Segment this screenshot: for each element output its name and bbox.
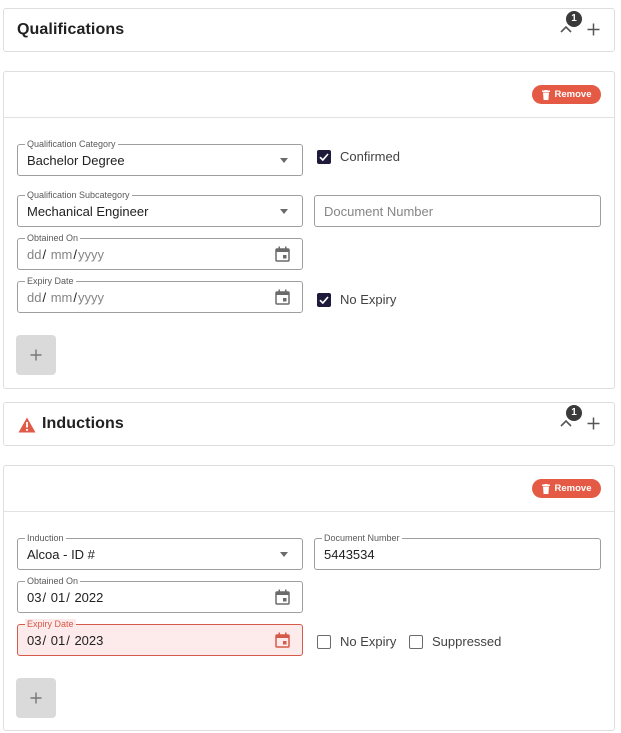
date-year: yyyy [78, 247, 105, 262]
calendar-icon[interactable] [275, 246, 290, 262]
plus-icon[interactable] [587, 417, 600, 430]
inductions-count-badge: 1 [566, 405, 582, 421]
document-number-placeholder: Document Number [324, 204, 434, 219]
qualification-card-toolbar: Remove [4, 72, 614, 118]
no-expiry-checkbox[interactable]: No Expiry [317, 634, 396, 649]
document-number-value: 5443534 [324, 547, 375, 562]
qualifications-section-header[interactable]: Qualifications 1 [3, 8, 615, 52]
qualification-document-number-input[interactable]: Document Number [314, 195, 601, 227]
obtained-on-label: Obtained On [25, 233, 81, 243]
qualification-card: Remove Qualification Category Bachelor D… [3, 71, 615, 389]
qualifications-count-badge: 1 [566, 11, 582, 27]
date-day: dd [27, 247, 42, 262]
induction-label: Induction [25, 533, 66, 543]
induction-select[interactable]: Induction Alcoa - ID # [17, 533, 303, 570]
suppressed-checkbox[interactable]: Suppressed [409, 634, 501, 649]
checkbox-unchecked-icon[interactable] [409, 634, 423, 649]
calendar-icon[interactable] [275, 632, 290, 648]
date-day: 03 [27, 633, 42, 648]
remove-button-label: Remove [554, 89, 592, 100]
induction-obtained-on-date[interactable]: Obtained On 03/ 01/ 2022 [17, 576, 303, 613]
date-month: 01 [50, 633, 66, 648]
checkbox-unchecked-icon[interactable] [317, 634, 331, 649]
obtained-on-label: Obtained On [25, 576, 81, 586]
date-year: 2023 [74, 633, 104, 648]
confirmed-label: Confirmed [340, 149, 400, 164]
obtained-on-value: dd/ mm/yyyy [27, 247, 105, 262]
inductions-title: Inductions [42, 415, 124, 432]
date-month: mm [50, 290, 73, 305]
plus-icon [30, 349, 42, 361]
no-expiry-label: No Expiry [340, 292, 397, 307]
add-qualification-button[interactable] [16, 335, 56, 375]
date-year: 2022 [74, 590, 104, 605]
induction-card: Remove Induction Alcoa - ID # Document N… [3, 465, 615, 731]
induction-card-toolbar: Remove [4, 466, 614, 512]
induction-expiry-date[interactable]: Expiry Date 03/ 01/ 2023 [17, 619, 303, 656]
trash-icon [541, 483, 550, 494]
induction-value: Alcoa - ID # [27, 547, 95, 562]
caret-down-icon [280, 552, 288, 557]
obtained-on-value: 03/ 01/ 2022 [27, 590, 104, 605]
expiry-date-label: Expiry Date [25, 619, 76, 629]
calendar-icon[interactable] [275, 289, 290, 305]
qualification-obtained-on-date[interactable]: Obtained On dd/ mm/yyyy [17, 233, 303, 270]
expiry-date-value: 03/ 01/ 2023 [27, 633, 104, 648]
confirmed-checkbox[interactable]: Confirmed [317, 149, 400, 164]
qualification-category-value: Bachelor Degree [27, 153, 125, 168]
trash-icon [541, 89, 550, 100]
remove-button-label: Remove [554, 483, 592, 494]
date-day: dd [27, 290, 42, 305]
expiry-date-label: Expiry Date [25, 276, 76, 286]
qualification-subcategory-value: Mechanical Engineer [27, 204, 149, 219]
qualification-category-label: Qualification Category [25, 139, 118, 149]
checkbox-checked-icon[interactable] [317, 149, 331, 164]
induction-document-number-input[interactable]: Document Number 5443534 [314, 533, 601, 570]
add-induction-button[interactable] [16, 678, 56, 718]
expiry-date-value: dd/ mm/yyyy [27, 290, 105, 305]
no-expiry-checkbox[interactable]: No Expiry [317, 292, 396, 307]
date-month: mm [50, 247, 73, 262]
checkbox-checked-icon[interactable] [317, 292, 331, 307]
warning-icon [18, 417, 36, 433]
caret-down-icon [280, 158, 288, 163]
suppressed-label: Suppressed [432, 634, 502, 649]
qualification-subcategory-select[interactable]: Qualification Subcategory Mechanical Eng… [17, 190, 303, 227]
date-year: yyyy [78, 290, 105, 305]
qualification-subcategory-label: Qualification Subcategory [25, 190, 132, 200]
no-expiry-label: No Expiry [340, 634, 397, 649]
plus-icon [30, 692, 42, 704]
remove-induction-button[interactable]: Remove [532, 479, 601, 498]
plus-icon[interactable] [587, 23, 600, 36]
date-month: 01 [50, 590, 66, 605]
qualifications-title: Qualifications [17, 21, 125, 38]
remove-qualification-button[interactable]: Remove [532, 85, 601, 104]
inductions-section-header[interactable]: Inductions 1 [3, 402, 615, 446]
qualification-expiry-date[interactable]: Expiry Date dd/ mm/yyyy [17, 276, 303, 313]
date-day: 03 [27, 590, 42, 605]
document-number-label: Document Number [322, 533, 402, 543]
qualification-category-select[interactable]: Qualification Category Bachelor Degree [17, 139, 303, 176]
calendar-icon[interactable] [275, 589, 290, 605]
caret-down-icon [280, 209, 288, 214]
